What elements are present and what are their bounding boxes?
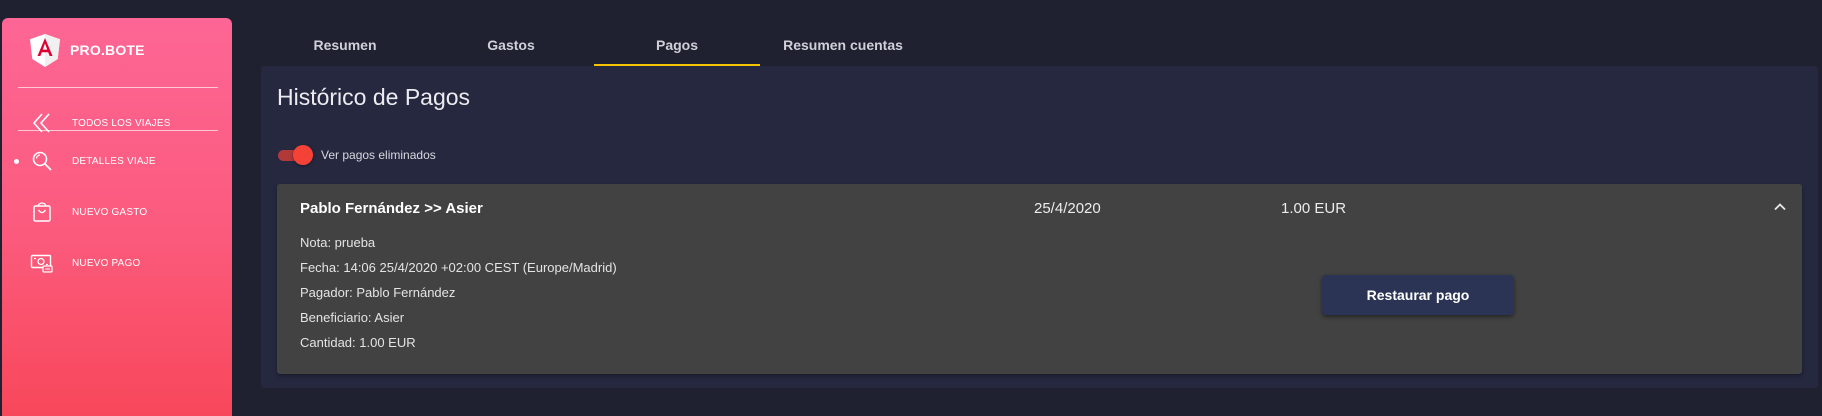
double-chevron-left-icon [29,110,55,136]
sidebar-item-label: NUEVO PAGO [72,257,141,269]
sidebar-item-label: TODOS LOS VIAJES [72,117,171,129]
money-icon [29,250,55,276]
active-indicator [14,158,19,164]
restore-payment-button[interactable]: Restaurar pago [1322,275,1514,315]
detail-note: Nota: prueba [300,235,376,250]
tab-resumen[interactable]: Resumen [262,24,428,66]
deleted-payments-toggle[interactable] [277,145,313,165]
toggle-thumb [293,145,313,165]
tab-resumen-cuentas[interactable]: Resumen cuentas [760,24,926,66]
payment-details: Nota: prueba Fecha: 14:06 25/4/2020 +02:… [300,234,617,359]
payment-card: Pablo Fernández >> Asier 25/4/2020 1.00 … [277,184,1802,374]
toggle-label: Ver pagos eliminados [321,148,436,162]
sidebar: PRO.BOTE TODOS LOS VIAJES DETALLES VIAJE… [2,18,232,416]
brand-name: PRO.BOTE [70,42,145,58]
sidebar-item-label: NUEVO GASTO [72,206,148,218]
sidebar-item-todos-los-viajes[interactable]: TODOS LOS VIAJES [2,103,232,143]
detail-date: Fecha: 14:06 25/4/2020 +02:00 CEST (Euro… [300,260,617,275]
shopping-bag-icon [29,199,55,225]
payment-title: Pablo Fernández >> Asier [300,200,483,217]
sidebar-item-detalles-viaje[interactable]: DETALLES VIAJE [2,141,232,181]
sidebar-divider [18,130,218,131]
payment-amount: 1.00 EUR [1281,200,1347,217]
tab-gastos[interactable]: Gastos [428,24,594,66]
sidebar-item-label: DETALLES VIAJE [72,155,156,167]
tab-bar: Resumen Gastos Pagos Resumen cuentas [262,24,926,66]
tab-pagos[interactable]: Pagos [594,24,760,66]
sidebar-divider [18,87,218,88]
payments-panel: Histórico de Pagos Ver pagos eliminados … [261,66,1818,388]
detail-payer: Pagador: Pablo Fernández [300,285,456,300]
chevron-up-icon[interactable] [1771,198,1789,216]
angular-logo-icon [30,33,60,67]
sidebar-item-nuevo-pago[interactable]: NUEVO PAGO [2,243,232,283]
brand[interactable]: PRO.BOTE [30,32,145,68]
page-title: Histórico de Pagos [277,84,471,110]
payment-date: 25/4/2020 [1034,200,1101,217]
search-icon [29,148,55,174]
sidebar-item-nuevo-gasto[interactable]: NUEVO GASTO [2,192,232,232]
app-root: PRO.BOTE TODOS LOS VIAJES DETALLES VIAJE… [0,0,1822,416]
detail-amount: Cantidad: 1.00 EUR [300,335,416,350]
detail-beneficiary: Beneficiario: Asier [300,310,405,325]
